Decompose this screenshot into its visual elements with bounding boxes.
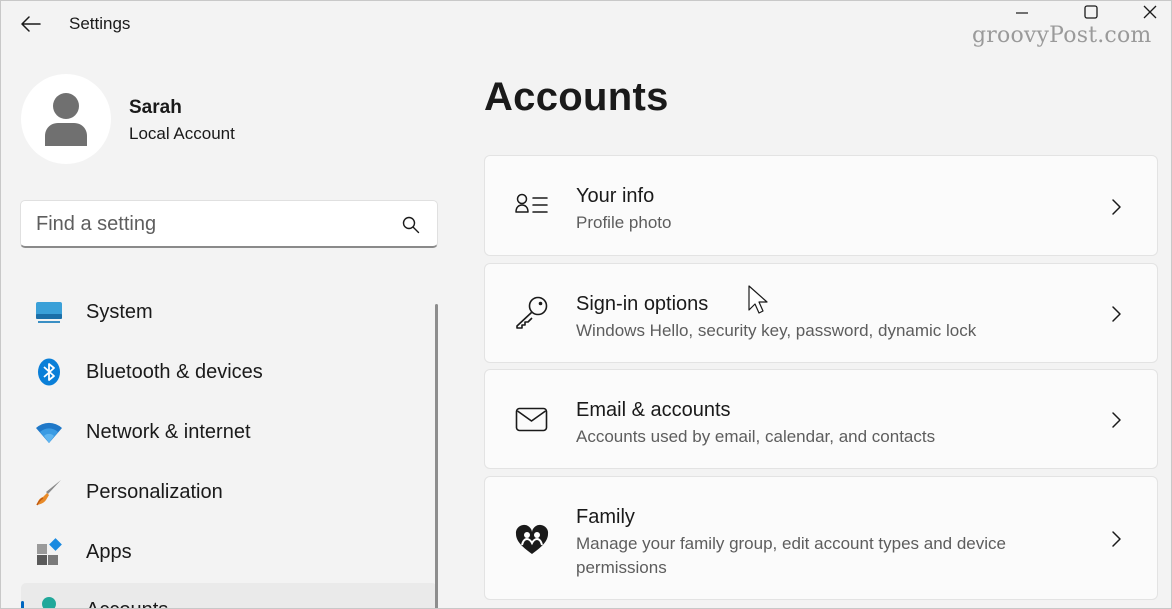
card-sign-in-options[interactable]: Sign-in options Windows Hello, security … [484, 263, 1158, 363]
system-icon [36, 302, 62, 323]
sidebar-item-system[interactable]: System [21, 285, 437, 337]
card-subtitle: Profile photo [576, 213, 672, 232]
chevron-right-icon [1112, 531, 1121, 547]
sidebar-item-label: System [86, 301, 153, 323]
apps-icon [37, 538, 62, 565]
wifi-icon [36, 422, 62, 443]
sidebar-item-personalization[interactable]: Personalization [21, 465, 437, 517]
sidebar-item-label: Apps [86, 541, 132, 563]
title-bar: Settings groovyPost.com [1, 1, 1171, 48]
user-name: Sarah [129, 97, 182, 118]
card-email-accounts[interactable]: Email & accounts Accounts used by email,… [484, 369, 1158, 469]
sidebar-item-label: Bluetooth & devices [86, 361, 263, 383]
avatar[interactable] [21, 74, 111, 164]
chevron-right-icon [1112, 306, 1121, 322]
watermark: groovyPost.com [972, 23, 1152, 48]
paintbrush-icon [36, 480, 61, 506]
chevron-right-icon [1112, 199, 1121, 215]
key-icon [516, 296, 548, 329]
settings-window: Settings groovyPost.com Sarah Local Acco… [0, 0, 1172, 609]
mail-icon [515, 407, 548, 432]
selected-indicator [21, 601, 24, 608]
maximize-button[interactable] [1068, 1, 1114, 23]
search-input[interactable] [36, 210, 386, 238]
sidebar-item-accounts[interactable]: Accounts [21, 583, 437, 608]
bluetooth-icon [38, 358, 60, 386]
minimize-button[interactable] [999, 1, 1045, 23]
maximize-icon [1084, 5, 1098, 19]
sidebar-item-apps[interactable]: Apps [21, 525, 437, 577]
close-button[interactable] [1127, 1, 1171, 23]
chevron-right-icon [1112, 412, 1121, 428]
person-silhouette-icon [45, 93, 87, 146]
sidebar-item-label: Accounts [86, 599, 168, 608]
card-subtitle: Accounts used by email, calendar, and co… [576, 427, 936, 446]
card-your-info[interactable]: Your info Profile photo [484, 155, 1158, 256]
sidebar-item-bluetooth[interactable]: Bluetooth & devices [21, 345, 437, 397]
sidebar-scrollbar[interactable] [435, 304, 438, 608]
accounts-icon [42, 597, 56, 608]
search-box[interactable] [20, 200, 438, 248]
card-title: Your info [576, 185, 655, 207]
sidebar-item-network[interactable]: Network & internet [21, 405, 437, 457]
card-title: Email & accounts [576, 399, 731, 421]
account-type: Local Account [129, 124, 235, 143]
sidebar-item-label: Network & internet [86, 421, 251, 443]
sidebar-item-label: Personalization [86, 481, 223, 503]
search-icon[interactable] [401, 215, 421, 235]
card-subtitle: Windows Hello, security key, password, d… [576, 321, 977, 340]
minimize-icon [1016, 12, 1028, 14]
card-subtitle: Manage your family group, edit account t… [576, 534, 1006, 577]
page-title: Accounts [484, 75, 669, 119]
card-title: Family [576, 506, 635, 528]
back-arrow-icon [21, 16, 41, 32]
card-title: Sign-in options [576, 293, 709, 315]
person-info-icon [515, 193, 548, 213]
close-icon [1143, 5, 1157, 19]
back-button[interactable] [13, 9, 49, 39]
app-title: Settings [69, 14, 131, 33]
card-family[interactable]: Family Manage your family group, edit ac… [484, 476, 1158, 600]
family-heart-icon [515, 524, 549, 554]
